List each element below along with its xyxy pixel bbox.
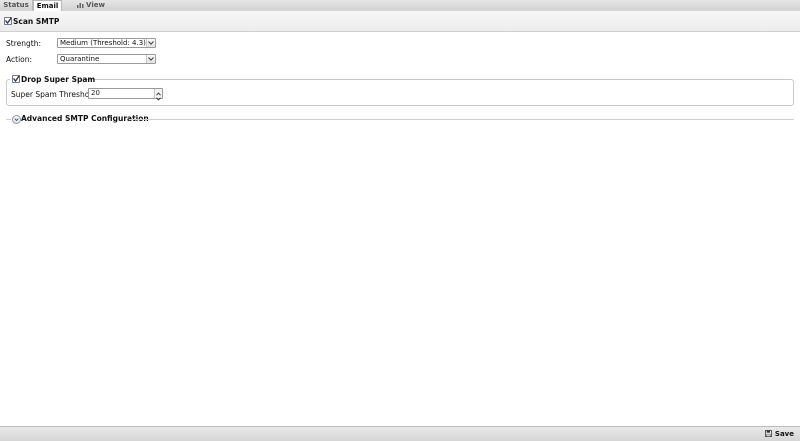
super-spam-threshold-value: 20 [91, 89, 100, 97]
scan-smtp-header [0, 11, 800, 32]
scan-smtp-checkbox[interactable] [4, 17, 13, 25]
checkmark-icon [4, 17, 13, 25]
action-select-value: Quarantine [60, 55, 100, 63]
strength-select-value: Medium (Threshold: 4.3) [60, 39, 146, 47]
chevron-down-icon [146, 55, 155, 63]
drop-super-spam-checkbox[interactable] [12, 75, 21, 83]
spinner-down-icon[interactable] [155, 94, 162, 101]
save-button-label: Save [774, 430, 794, 438]
advanced-expand-toggle[interactable] [12, 115, 21, 124]
chevron-down-icon [14, 118, 19, 122]
chart-icon [77, 1, 84, 8]
chevron-down-icon [146, 39, 155, 47]
spinner-up-icon[interactable] [155, 89, 162, 96]
floppy-disk-icon [765, 430, 772, 437]
drop-super-spam-label: Drop Super Spam [21, 75, 96, 84]
tab-email-label: Email [36, 2, 59, 10]
tab-view-reports[interactable]: View Reports [62, 0, 120, 19]
advanced-divider-left [6, 119, 11, 120]
checkmark-icon [12, 75, 21, 83]
advanced-divider-right [129, 119, 794, 120]
tab-status-label: Status [3, 1, 29, 9]
action-label: Action: [6, 55, 33, 64]
strength-label: Strength: [6, 39, 41, 48]
tab-status[interactable]: Status [0, 0, 33, 10]
scan-smtp-label: Scan SMTP [13, 17, 60, 26]
super-spam-threshold-spinner[interactable]: 20 [88, 88, 163, 101]
strength-select[interactable]: Medium (Threshold: 4.3) [57, 38, 156, 48]
bottom-toolbar: Save [0, 426, 800, 441]
action-select[interactable]: Quarantine [57, 54, 156, 64]
save-button[interactable]: Save [765, 429, 794, 439]
spinner-buttons [154, 89, 162, 101]
super-spam-threshold-label: Super Spam Threshold: [11, 90, 99, 99]
